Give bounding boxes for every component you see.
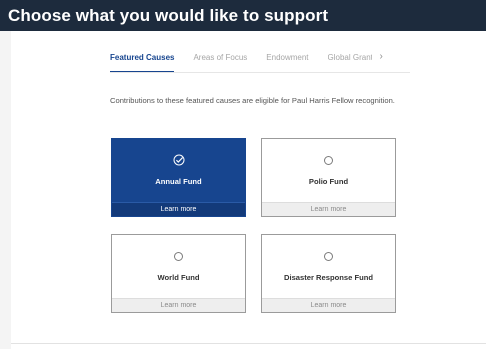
learn-more-link[interactable]: Learn more <box>112 202 245 216</box>
cause-tabs: Featured Causes Areas of Focus Endowment… <box>110 51 383 73</box>
support-panel: Featured Causes Areas of Focus Endowment… <box>11 31 486 349</box>
tabs-divider <box>110 72 410 73</box>
chevron-right-icon[interactable]: › <box>380 51 383 73</box>
tab-featured-causes[interactable]: Featured Causes <box>110 53 175 73</box>
fund-name: World Fund <box>157 273 200 282</box>
radio-unselected-icon <box>174 252 183 261</box>
fund-card-world-fund[interactable]: World Fund Learn more <box>111 234 246 313</box>
header-bar: Choose what you would like to support <box>0 0 486 31</box>
fund-card-disaster-response-fund[interactable]: Disaster Response Fund Learn more <box>261 234 396 313</box>
check-circle-icon <box>173 154 185 166</box>
learn-more-link[interactable]: Learn more <box>262 298 395 312</box>
radio-unselected-icon <box>324 156 333 165</box>
bottom-divider <box>11 343 486 344</box>
fund-name: Disaster Response Fund <box>283 273 374 282</box>
page-title: Choose what you would like to support <box>8 5 329 25</box>
tab-areas-of-focus[interactable]: Areas of Focus <box>193 53 247 73</box>
radio-unselected-icon <box>324 252 333 261</box>
fund-name: Annual Fund <box>155 177 202 186</box>
learn-more-link[interactable]: Learn more <box>112 298 245 312</box>
fund-card-annual-fund[interactable]: Annual Fund Learn more <box>111 138 246 217</box>
fund-card-polio-fund[interactable]: Polio Fund Learn more <box>261 138 396 217</box>
fund-name: Polio Fund <box>308 177 349 186</box>
page: Choose what you would like to support Fe… <box>0 0 486 349</box>
eligibility-note: Contributions to these featured causes a… <box>110 96 395 105</box>
tab-endowment[interactable]: Endowment <box>266 53 308 73</box>
tab-global-grants[interactable]: Global Grants <box>328 53 372 73</box>
learn-more-link[interactable]: Learn more <box>262 202 395 216</box>
